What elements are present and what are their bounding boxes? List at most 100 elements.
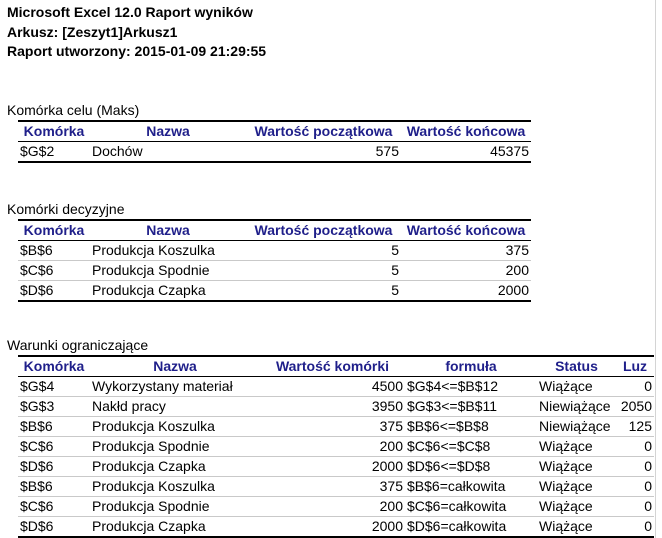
cell-value[interactable]: 200 xyxy=(260,496,405,517)
table-row: $G$3 Nakłd pracy 3950 $G$3<=$B$11 Niewią… xyxy=(18,396,654,417)
cell-initial[interactable]: 5 xyxy=(246,260,401,281)
constraints-table: Komórka Nazwa Wartość komórki formuła St… xyxy=(18,355,654,538)
cell-final[interactable]: 45375 xyxy=(401,141,531,163)
cell-initial[interactable]: 5 xyxy=(246,240,401,261)
cell-name[interactable]: Produkcja Czapka xyxy=(90,516,260,538)
table-row: $B$6 Produkcja Koszulka 375 $B$6<=$B$8 N… xyxy=(18,416,654,437)
cell-status[interactable]: Niewiążące xyxy=(537,416,616,437)
cell-ref[interactable]: $D$6 xyxy=(18,516,90,538)
cell-name[interactable]: Dochów xyxy=(90,141,246,163)
col-header-formula: formuła xyxy=(405,355,537,377)
cell-status[interactable]: Wiążące xyxy=(537,376,616,397)
cell-name[interactable]: Produkcja Spodnie xyxy=(90,436,260,457)
col-header-slack: Luz xyxy=(616,355,654,377)
cell-slack[interactable]: 0 xyxy=(616,516,654,538)
cell-formula[interactable]: $B$6<=$B$8 xyxy=(405,416,537,437)
decision-cells-section-title: Komórki decyzyjne xyxy=(7,201,125,217)
cell-final[interactable]: 200 xyxy=(401,260,531,281)
table-row: $C$6 Produkcja Spodnie 5 200 xyxy=(18,260,531,281)
table-row: $B$6 Produkcja Koszulka 375 $B$6=całkowi… xyxy=(18,476,654,497)
cell-name[interactable]: Produkcja Koszulka xyxy=(90,240,246,261)
cell-status[interactable]: Wiążące xyxy=(537,476,616,497)
cell-formula[interactable]: $D$6<=$D$8 xyxy=(405,456,537,477)
cell-initial[interactable]: 575 xyxy=(246,141,401,163)
decision-cells-table: Komórka Nazwa Wartość początkowa Wartość… xyxy=(18,219,531,302)
col-header-final-value: Wartość końcowa xyxy=(401,219,531,241)
cell-name[interactable]: Produkcja Spodnie xyxy=(90,260,246,281)
cell-status[interactable]: Wiążące xyxy=(537,516,616,538)
cell-ref[interactable]: $C$6 xyxy=(18,260,90,281)
cell-value[interactable]: 200 xyxy=(260,436,405,457)
cell-slack[interactable]: 0 xyxy=(616,496,654,517)
table-row: $B$6 Produkcja Koszulka 5 375 xyxy=(18,240,531,261)
col-header-cell-value: Wartość komórki xyxy=(260,355,405,377)
cell-status[interactable]: Wiążące xyxy=(537,456,616,477)
cell-final[interactable]: 375 xyxy=(401,240,531,261)
cell-formula[interactable]: $B$6=całkowita xyxy=(405,476,537,497)
table-row: $C$6 Produkcja Spodnie 200 $C$6<=$C$8 Wi… xyxy=(18,436,654,457)
cell-value[interactable]: 375 xyxy=(260,416,405,437)
constraints-section-title: Warunki ograniczające xyxy=(7,337,149,353)
table-row: $D$6 Produkcja Czapka 2000 $D$6<=$D$8 Wi… xyxy=(18,456,654,477)
cell-value[interactable]: 375 xyxy=(260,476,405,497)
grid-line xyxy=(655,0,656,538)
col-header-cell: Komórka xyxy=(18,120,90,142)
col-header-cell: Komórka xyxy=(18,219,90,241)
cell-status[interactable]: Niewiążące xyxy=(537,396,616,417)
col-header-cell: Komórka xyxy=(18,355,90,377)
cell-name[interactable]: Produkcja Czapka xyxy=(90,456,260,477)
cell-ref[interactable]: $G$4 xyxy=(18,376,90,397)
cell-formula[interactable]: $G$4<=$B$12 xyxy=(405,376,537,397)
cell-status[interactable]: Wiążące xyxy=(537,496,616,517)
cell-slack[interactable]: 0 xyxy=(616,456,654,477)
cell-value[interactable]: 2000 xyxy=(260,516,405,538)
cell-slack[interactable]: 0 xyxy=(616,436,654,457)
cell-ref[interactable]: $C$6 xyxy=(18,436,90,457)
cell-formula[interactable]: $C$6<=$C$8 xyxy=(405,436,537,457)
cell-name[interactable]: Produkcja Koszulka xyxy=(90,476,260,497)
table-row: $D$6 Produkcja Czapka 5 2000 xyxy=(18,280,531,302)
report-sheet: Arkusz: [Zeszyt1]Arkusz1 xyxy=(7,24,178,40)
cell-ref[interactable]: $D$6 xyxy=(18,456,90,477)
cell-name[interactable]: Nakłd pracy xyxy=(90,396,260,417)
cell-formula[interactable]: $G$3<=$B$11 xyxy=(405,396,537,417)
cell-name[interactable]: Produkcja Spodnie xyxy=(90,496,260,517)
table-row: $G$4 Wykorzystany materiał 4500 $G$4<=$B… xyxy=(18,376,654,397)
cell-ref[interactable]: $D$6 xyxy=(18,280,90,302)
cell-formula[interactable]: $C$6=całkowita xyxy=(405,496,537,517)
col-header-initial-value: Wartość początkowa xyxy=(246,219,401,241)
col-header-status: Status xyxy=(537,355,616,377)
target-cell-table: Komórka Nazwa Wartość początkowa Wartość… xyxy=(18,120,531,163)
cell-ref[interactable]: $B$6 xyxy=(18,240,90,261)
col-header-name: Nazwa xyxy=(90,120,246,142)
table-row: $G$2 Dochów 575 45375 xyxy=(18,141,531,163)
cell-value[interactable]: 3950 xyxy=(260,396,405,417)
cell-formula[interactable]: $D$6=całkowita xyxy=(405,516,537,538)
cell-slack[interactable]: 125 xyxy=(616,416,654,437)
cell-name[interactable]: Produkcja Czapka xyxy=(90,280,246,302)
cell-ref[interactable]: $B$6 xyxy=(18,416,90,437)
cell-value[interactable]: 4500 xyxy=(260,376,405,397)
col-header-name: Nazwa xyxy=(90,355,260,377)
cell-slack[interactable]: 0 xyxy=(616,376,654,397)
table-row: $C$6 Produkcja Spodnie 200 $C$6=całkowit… xyxy=(18,496,654,517)
report-title: Microsoft Excel 12.0 Raport wyników xyxy=(7,4,253,20)
col-header-name: Nazwa xyxy=(90,219,246,241)
col-header-initial-value: Wartość początkowa xyxy=(246,120,401,142)
cell-value[interactable]: 2000 xyxy=(260,456,405,477)
cell-status[interactable]: Wiążące xyxy=(537,436,616,457)
target-cell-section-title: Komórka celu (Maks) xyxy=(7,102,140,118)
cell-name[interactable]: Wykorzystany materiał xyxy=(90,376,260,397)
cell-ref[interactable]: $C$6 xyxy=(18,496,90,517)
cell-ref[interactable]: $G$2 xyxy=(18,141,90,163)
cell-slack[interactable]: 2050 xyxy=(616,396,654,417)
table-row: $D$6 Produkcja Czapka 2000 $D$6=całkowit… xyxy=(18,516,654,538)
cell-ref[interactable]: $B$6 xyxy=(18,476,90,497)
col-header-final-value: Wartość końcowa xyxy=(401,120,531,142)
cell-ref[interactable]: $G$3 xyxy=(18,396,90,417)
cell-slack[interactable]: 0 xyxy=(616,476,654,497)
report-created: Raport utworzony: 2015-01-09 21:29:55 xyxy=(7,43,267,59)
cell-initial[interactable]: 5 xyxy=(246,280,401,302)
cell-final[interactable]: 2000 xyxy=(401,280,531,302)
cell-name[interactable]: Produkcja Koszulka xyxy=(90,416,260,437)
